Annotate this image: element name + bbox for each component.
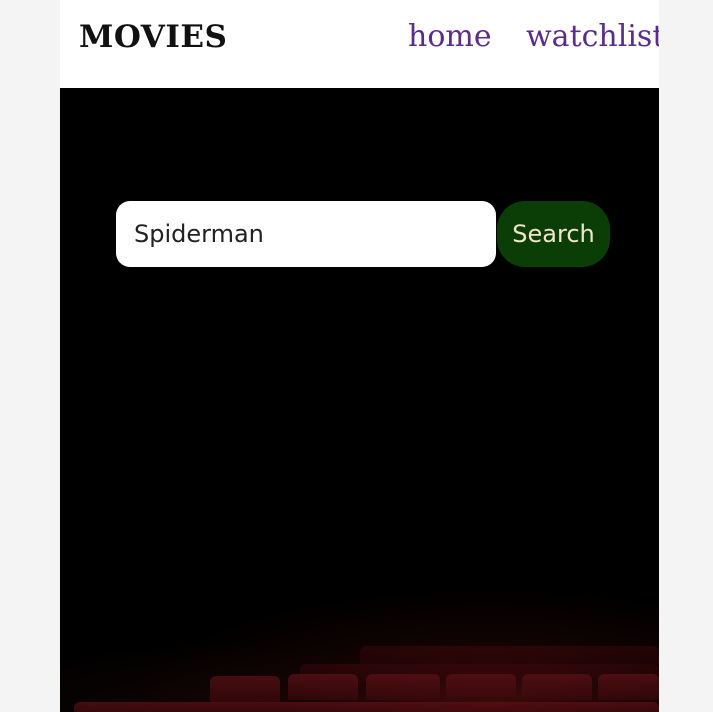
brand-logo-text: MOVIES (79, 19, 228, 55)
search-button[interactable]: Search (497, 201, 610, 267)
search-input[interactable] (116, 201, 496, 267)
theater-seat-row (360, 646, 659, 664)
app-page: MOVIES home watchlist Search (60, 0, 659, 712)
theater-seat-row (598, 674, 659, 700)
navbar: MOVIES home watchlist (60, 0, 659, 88)
nav-link-watchlist[interactable]: watchlist (526, 19, 659, 54)
hero-section: Search (60, 88, 659, 712)
nav-link-home[interactable]: home (408, 19, 492, 54)
theater-seat-row (366, 674, 440, 700)
theater-background-image (60, 88, 659, 712)
theater-seat-row (446, 674, 516, 700)
theater-seat-row (210, 676, 280, 702)
theater-seat-row (74, 702, 659, 712)
theater-seat-row (522, 674, 592, 700)
theater-seat-row (288, 674, 358, 700)
